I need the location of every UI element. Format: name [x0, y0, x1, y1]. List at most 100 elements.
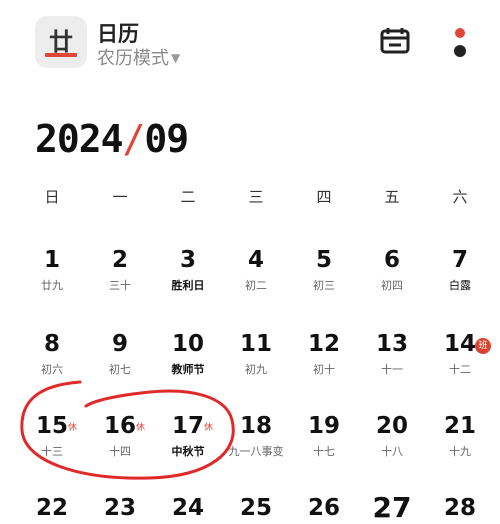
- lunar-label: 九一八事变: [228, 445, 284, 458]
- day-cell[interactable]: 19 十七: [288, 412, 360, 460]
- day-number: 24: [171, 495, 204, 521]
- day-number: 11: [239, 331, 272, 357]
- day-number: 4: [247, 247, 264, 273]
- day-cell[interactable]: 12 初十: [288, 330, 360, 378]
- lunar-label: 十九: [449, 445, 471, 458]
- day-cell[interactable]: 2 三十: [84, 246, 156, 294]
- day-cell[interactable]: 16 十四 休: [84, 412, 156, 460]
- lunar-label: 初九: [245, 363, 267, 376]
- month-separator: /: [122, 117, 146, 161]
- lunar-label: 中秋节: [171, 445, 205, 458]
- day-number: 17: [171, 413, 204, 439]
- lunar-label: 廿九: [41, 279, 63, 292]
- lunar-label: 教师节: [171, 363, 205, 376]
- app-icon-bar: [45, 53, 77, 57]
- lunar-label: 初六: [41, 363, 63, 376]
- weekday-label: 三: [248, 188, 264, 206]
- day-number: 28: [443, 495, 476, 521]
- holiday-rest-badge: 休: [204, 423, 214, 433]
- day-number: 22: [35, 495, 68, 521]
- calendar-button[interactable]: [380, 28, 410, 58]
- app-icon-glyph: 廿: [49, 28, 73, 56]
- chevron-down-icon: ▼: [171, 51, 181, 65]
- day-cell[interactable]: 3 胜利日: [152, 246, 224, 294]
- day-cell[interactable]: 21 十九: [424, 412, 496, 460]
- day-cell[interactable]: 22: [16, 494, 88, 522]
- lunar-label: 十三: [41, 445, 63, 458]
- day-cell[interactable]: 28: [424, 494, 496, 522]
- mode-selector[interactable]: 农历模式 ▼: [97, 44, 180, 70]
- lunar-label: 白露: [449, 279, 471, 292]
- day-number: 23: [103, 495, 136, 521]
- lunar-label: 十一: [381, 363, 403, 376]
- day-cell[interactable]: 10 教师节: [152, 330, 224, 378]
- day-cell[interactable]: 8 初六: [16, 330, 88, 378]
- day-number: 21: [443, 413, 476, 439]
- day-number: 20: [375, 413, 408, 439]
- day-cell[interactable]: 7 白露: [424, 246, 496, 294]
- lunar-label: 初十: [313, 363, 335, 376]
- day-number: 6: [383, 247, 400, 273]
- weekday-label: 一: [112, 188, 128, 206]
- lunar-label: 十八: [381, 445, 403, 458]
- lunar-label: 初三: [313, 279, 335, 292]
- day-number: 10: [171, 331, 204, 357]
- lunar-label: 十七: [313, 445, 335, 458]
- holiday-rest-badge: 休: [68, 423, 78, 433]
- day-number: 9: [111, 331, 128, 357]
- day-number: 27: [372, 491, 412, 524]
- day-cell[interactable]: 5 初三: [288, 246, 360, 294]
- day-cell[interactable]: 13 十一: [356, 330, 428, 378]
- more-icon: [454, 28, 466, 57]
- day-cell[interactable]: 25: [220, 494, 292, 522]
- day-number: 7: [451, 247, 468, 273]
- day-number: 2: [111, 247, 128, 273]
- more-button[interactable]: [452, 26, 468, 64]
- day-number: 16: [103, 413, 136, 439]
- lunar-label: 十二: [449, 363, 471, 376]
- weekday-label: 日: [44, 188, 60, 206]
- day-number: 26: [307, 495, 340, 521]
- month-title: 2024/09: [35, 117, 189, 161]
- lunar-label: 十四: [109, 445, 131, 458]
- lunar-label: 初七: [109, 363, 131, 376]
- day-number: 12: [307, 331, 340, 357]
- day-number: 8: [43, 331, 60, 357]
- mode-label: 农历模式: [97, 48, 169, 69]
- day-cell[interactable]: 26: [288, 494, 360, 522]
- day-cell[interactable]: 6 初四: [356, 246, 428, 294]
- weekday-label: 五: [384, 188, 400, 206]
- day-number: 18: [239, 413, 272, 439]
- month-number: 09: [144, 117, 189, 161]
- app-icon: 廿: [35, 16, 87, 68]
- lunar-label: 三十: [109, 279, 131, 292]
- calendar-icon: [380, 28, 410, 54]
- month-year: 2024: [35, 117, 124, 161]
- day-cell[interactable]: 24: [152, 494, 224, 522]
- day-cell[interactable]: 15 十三 休: [16, 412, 88, 460]
- day-number: 3: [179, 247, 196, 273]
- day-cell[interactable]: 9 初七: [84, 330, 156, 378]
- day-cell[interactable]: 27: [356, 494, 428, 522]
- day-cell[interactable]: 11 初九: [220, 330, 292, 378]
- lunar-label: 胜利日: [171, 279, 205, 292]
- day-number: 5: [315, 247, 332, 273]
- day-cell[interactable]: 23: [84, 494, 156, 522]
- day-cell[interactable]: 4 初二: [220, 246, 292, 294]
- workday-badge: 班: [475, 338, 491, 354]
- day-number: 25: [239, 495, 272, 521]
- day-number: 13: [375, 331, 408, 357]
- lunar-label: 初四: [381, 279, 403, 292]
- day-number: 15: [35, 413, 68, 439]
- day-cell[interactable]: 18 九一八事变: [220, 412, 292, 460]
- day-cell[interactable]: 1 廿九: [16, 246, 88, 294]
- weekday-label: 四: [316, 188, 332, 206]
- day-number: 1: [43, 247, 60, 273]
- day-number: 19: [307, 413, 340, 439]
- day-cell[interactable]: 20 十八: [356, 412, 428, 460]
- day-cell[interactable]: 14 十二班: [424, 330, 496, 378]
- weekday-label: 六: [452, 188, 468, 206]
- day-cell[interactable]: 17 中秋节 休: [152, 412, 224, 460]
- lunar-label: 初二: [245, 279, 267, 292]
- holiday-rest-badge: 休: [136, 423, 146, 433]
